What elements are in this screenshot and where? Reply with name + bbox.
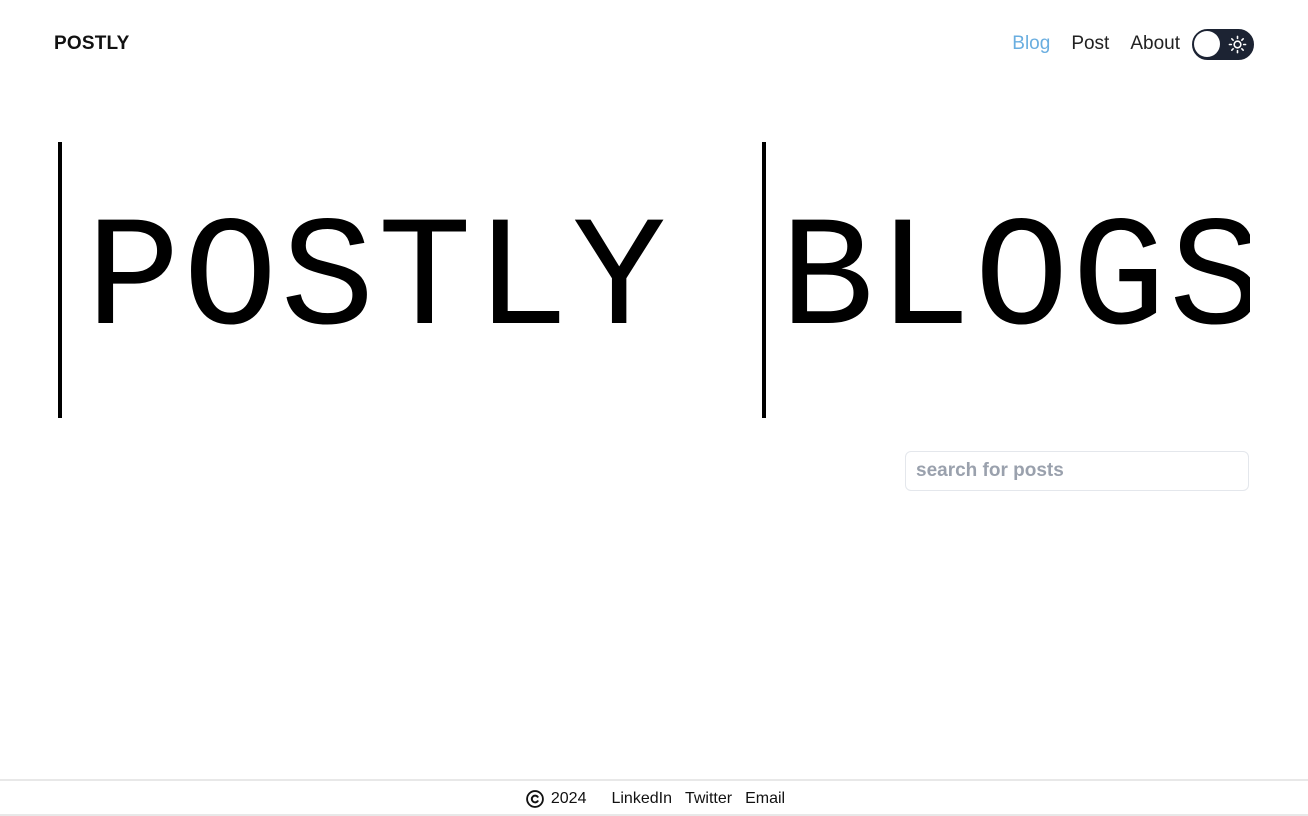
footer-link-linkedin[interactable]: LinkedIn	[611, 790, 672, 808]
site-footer: 2024 LinkedIn Twitter Email	[0, 779, 1308, 816]
copyright-year: 2024	[550, 790, 587, 807]
hero-word-blogs: BLOGS	[780, 193, 1250, 371]
nav-link-blog[interactable]: Blog	[1012, 33, 1050, 55]
footer-link-email[interactable]: Email	[745, 790, 785, 808]
theme-toggle[interactable]	[1192, 28, 1254, 60]
footer-row: 2024 LinkedIn Twitter Email	[0, 789, 1308, 809]
main-nav: Blog Post About	[1012, 28, 1254, 60]
nav-link-post[interactable]: Post	[1071, 33, 1109, 55]
typing-cursor-bar	[762, 142, 766, 418]
hero-word-postly: POSTLY	[86, 193, 670, 371]
search-input[interactable]	[905, 451, 1249, 491]
site-header: POSTLY Blog Post About	[0, 0, 1308, 88]
toggle-knob	[1194, 30, 1220, 57]
copyright-icon	[526, 790, 544, 808]
sun-icon	[1228, 35, 1247, 53]
typing-cursor-bar	[58, 142, 62, 418]
page: POSTLY Blog Post About POSTLY BLOGS sear…	[0, 0, 1308, 816]
nav-link-about[interactable]: About	[1130, 33, 1180, 55]
brand-logo[interactable]: POSTLY	[54, 33, 129, 55]
footer-link-twitter[interactable]: Twitter	[685, 790, 732, 808]
hero-typewriter-heading: POSTLY BLOGS	[58, 142, 1250, 418]
